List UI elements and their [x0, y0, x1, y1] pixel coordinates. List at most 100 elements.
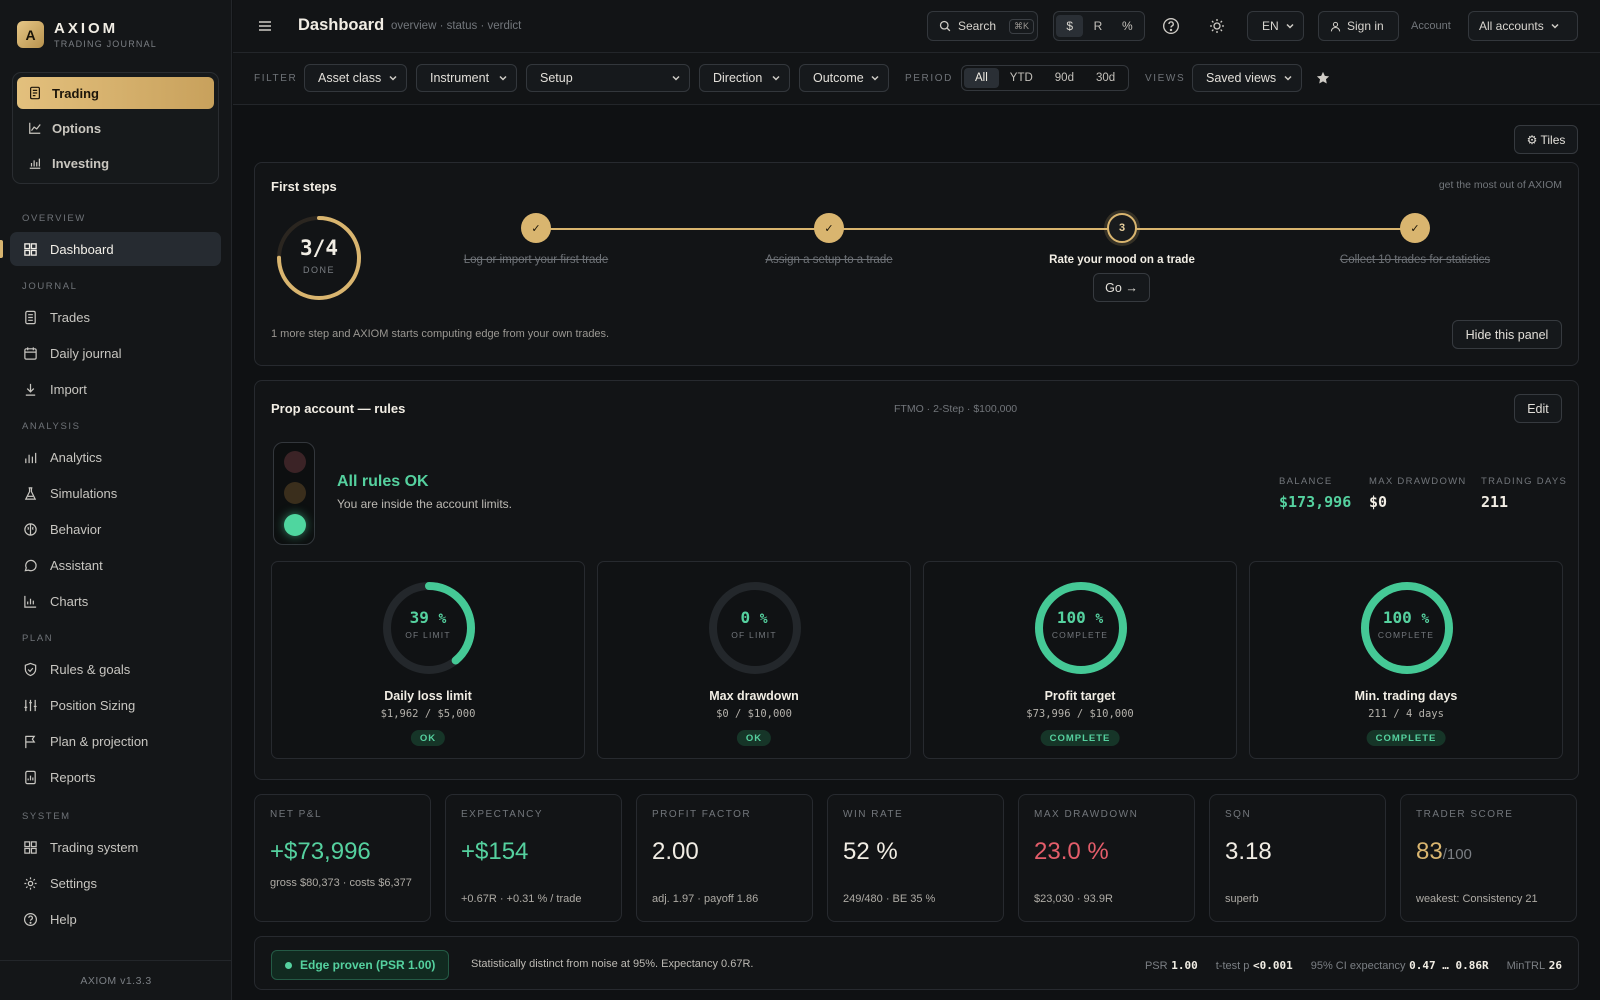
prop-account-card: Prop account — rules FTMO · 2-Step · $10…: [254, 380, 1579, 780]
account-select[interactable]: All accounts: [1468, 11, 1578, 41]
stat-label: MAX DRAWDOWN: [1369, 476, 1467, 487]
edge-badge-label: Edge proven (PSR 1.00): [300, 958, 436, 972]
mode-label: Trading: [52, 85, 99, 101]
period-ytd[interactable]: YTD: [999, 68, 1044, 88]
kpi-value: 3.18: [1225, 838, 1272, 865]
nav-analytics[interactable]: Analytics: [10, 440, 221, 474]
go-button[interactable]: Go →: [1093, 273, 1150, 302]
nav-dashboard[interactable]: Dashboard: [10, 232, 221, 266]
kpi-expectancy[interactable]: EXPECTANCY +$154 +0.67R · +0.31 % / trad…: [445, 794, 622, 922]
balance-stat: BALANCE $173,996: [1279, 476, 1351, 511]
calendar-icon: [24, 346, 37, 360]
chevron-down-icon: [1551, 23, 1559, 29]
menu-icon[interactable]: [257, 18, 273, 34]
period-90d[interactable]: 90d: [1044, 68, 1085, 88]
kpi-win-rate[interactable]: WIN RATE 52 % 249/480 · BE 35 %: [827, 794, 1004, 922]
mode-trading[interactable]: Trading: [17, 77, 214, 109]
flag-icon: [25, 735, 36, 748]
views-label: VIEWS: [1145, 73, 1186, 84]
nav-help[interactable]: Help: [10, 902, 221, 936]
brand-logo: A: [17, 21, 44, 48]
unit-percent[interactable]: %: [1113, 15, 1142, 37]
nav-label: Trades: [50, 309, 90, 325]
nav-import[interactable]: Import: [10, 372, 221, 406]
chevron-down-icon: [672, 75, 680, 81]
rule-title: Max drawdown: [709, 689, 799, 703]
sidebar: A AXIOM TRADING JOURNAL Trading Options …: [0, 0, 232, 1000]
search-icon: [939, 20, 951, 32]
stat-value: <0.001: [1252, 959, 1293, 972]
nav-daily-journal[interactable]: Daily journal: [10, 336, 221, 370]
unit-dollar[interactable]: $: [1056, 15, 1084, 37]
nav-label: Plan & projection: [50, 733, 149, 749]
unit-r[interactable]: R: [1083, 15, 1112, 37]
edge-badge[interactable]: Edge proven (PSR 1.00): [271, 950, 450, 980]
brand[interactable]: A AXIOM TRADING JOURNAL: [17, 20, 157, 49]
score-suffix: /100: [1442, 846, 1472, 863]
kpi-net-pnl[interactable]: NET P&L +$73,996 gross $80,373 · costs $…: [254, 794, 431, 922]
stat-label: TRADING DAYS: [1481, 476, 1568, 487]
nav-reports[interactable]: Reports: [10, 760, 221, 794]
rule-card-daily-loss: 39 % OF LIMIT Daily loss limit $1,962 / …: [271, 561, 585, 759]
edge-stat-ttest: t-test p <0.001: [1216, 957, 1293, 972]
outcome-select[interactable]: Outcome: [799, 64, 889, 92]
period-all[interactable]: All: [964, 68, 999, 88]
nav-assistant[interactable]: Assistant: [10, 548, 221, 582]
direction-select[interactable]: Direction: [699, 64, 790, 92]
mode-options[interactable]: Options: [17, 112, 214, 144]
kpi-sqn[interactable]: SQN 3.18 superb: [1209, 794, 1386, 922]
kpi-max-drawdown[interactable]: MAX DRAWDOWN 23.0 % $23,030 · 93.9R: [1018, 794, 1195, 922]
nav-trading-system[interactable]: Trading system: [10, 830, 221, 864]
help-circle-icon: [23, 912, 38, 926]
edge-stat-mintrl: MinTRL 26: [1507, 957, 1562, 972]
nav-settings[interactable]: Settings: [10, 866, 221, 900]
mode-investing[interactable]: Investing: [17, 147, 214, 179]
kpi-label: EXPECTANCY: [461, 809, 544, 820]
rule-detail: $1,962 / $5,000: [380, 708, 476, 720]
instrument-select[interactable]: Instrument: [416, 64, 517, 92]
chevron-down-icon: [772, 75, 780, 81]
ring-number: 100: [1382, 608, 1412, 627]
traffic-light: [273, 442, 315, 545]
bar-chart-icon: [29, 158, 41, 169]
nav-label: Behavior: [50, 521, 102, 537]
prop-title: Prop account — rules: [271, 401, 406, 416]
kpi-label: SQN: [1225, 809, 1252, 820]
search-button[interactable]: Search ⌘K: [927, 11, 1038, 41]
sign-in-button[interactable]: Sign in: [1318, 11, 1399, 41]
asset-class-select[interactable]: Asset class: [304, 64, 407, 92]
period-30d[interactable]: 30d: [1085, 68, 1126, 88]
period-label: PERIOD: [905, 73, 953, 84]
mode-label: Investing: [52, 155, 110, 171]
help-circle-icon[interactable]: [1162, 17, 1180, 35]
saved-views-select[interactable]: Saved views: [1192, 64, 1302, 92]
tiles-button[interactable]: ⚙ Tiles: [1514, 125, 1578, 154]
kpi-value: 2.00: [652, 838, 699, 865]
nav-simulations[interactable]: Simulations: [10, 476, 221, 510]
ring-number: 0: [740, 608, 751, 627]
language-select[interactable]: EN: [1247, 11, 1304, 41]
hide-panel-button[interactable]: Hide this panel: [1452, 320, 1562, 349]
star-icon[interactable]: [1316, 71, 1330, 85]
nav-behavior[interactable]: Behavior: [10, 512, 221, 546]
grid-icon: [24, 840, 37, 854]
nav-position-sizing[interactable]: Position Sizing: [10, 688, 221, 722]
nav-rules-goals[interactable]: Rules & goals: [10, 652, 221, 686]
progress-ring: [383, 582, 475, 674]
kpi-trader-score[interactable]: TRADER SCORE 83/100 weakest: Consistency…: [1400, 794, 1577, 922]
sun-icon[interactable]: [1209, 18, 1225, 34]
nav-charts[interactable]: Charts: [10, 584, 221, 618]
nav-plan-projection[interactable]: Plan & projection: [10, 724, 221, 758]
amber-light: [284, 482, 306, 504]
brand-name: AXIOM: [54, 20, 119, 37]
setup-select[interactable]: Setup: [526, 64, 690, 92]
topbar: Dashboard overview · status · verdict Se…: [233, 0, 1600, 53]
brand-subtitle: TRADING JOURNAL: [54, 39, 158, 49]
max-drawdown-value: $0: [1369, 493, 1388, 511]
active-indicator: [0, 240, 3, 258]
edit-button[interactable]: Edit: [1514, 394, 1562, 423]
nav-trades[interactable]: Trades: [10, 300, 221, 334]
kpi-value: +$73,996: [270, 838, 371, 865]
kpi-profit-factor[interactable]: PROFIT FACTOR 2.00 adj. 1.97 · payoff 1.…: [636, 794, 813, 922]
ring-value: 39 %: [272, 608, 584, 627]
